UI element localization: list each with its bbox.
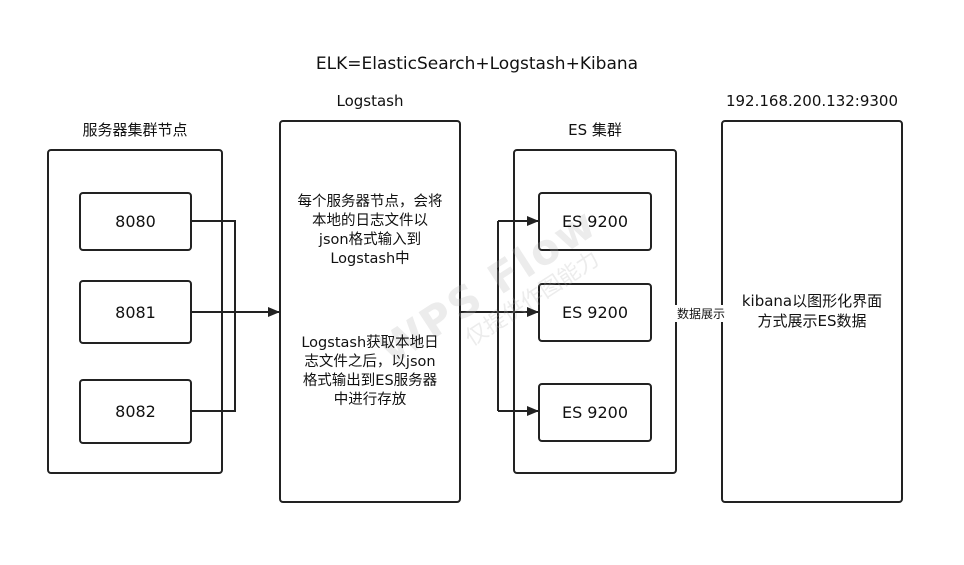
diagram-title: ELK=ElasticSearch+Logstash+Kibana [315, 54, 639, 74]
es-node-1: ES 9200 [539, 193, 651, 250]
kibana-description-line: kibana以图形化界面 [741, 292, 883, 310]
servers-title: 服务器集群节点 [82, 121, 188, 139]
es-cluster-title: ES 集群 [568, 121, 622, 139]
port-label: 8081 [115, 302, 156, 322]
logstash-input-line: Logstash中 [330, 250, 410, 267]
data-display-edge-label: 数据展示 [670, 305, 732, 322]
logstash-output-line: Logstash获取本地日 [301, 335, 439, 351]
port-node-8080: 8080 [80, 193, 191, 250]
kibana-description: kibana以图形化界面 方式展示ES数据 [724, 292, 900, 331]
port-node-8082: 8082 [80, 380, 191, 443]
port-label: 8082 [115, 402, 156, 421]
logstash-input-line: json格式输入到 [318, 231, 422, 248]
logstash-input-line: 每个服务器节点，会将 [297, 194, 443, 210]
logstash-output-line: 格式输出到ES服务器 [302, 372, 438, 389]
logstash-output-line: 志文件之后，以json [304, 353, 436, 370]
port-node-8081: 8081 [80, 281, 191, 343]
es-node-label: ES 9200 [561, 303, 629, 322]
logstash-output-description: Logstash获取本地日 志文件之后，以json 格式输出到ES服务器 中进行… [282, 334, 458, 409]
es-node-2: ES 9200 [539, 284, 651, 341]
connector-logstash-to-es-trunk [460, 221, 499, 411]
logstash-container [279, 120, 461, 503]
kibana-address-title: 192.168.200.132:9300 [725, 92, 899, 110]
es-node-label: ES 9200 [561, 212, 629, 231]
logstash-title: Logstash [336, 92, 404, 110]
logstash-input-line: 本地的日志文件以 [312, 212, 428, 229]
port-label: 8080 [115, 212, 156, 231]
es-node-label: ES 9200 [561, 403, 629, 422]
es-node-3: ES 9200 [539, 384, 651, 441]
kibana-description-line: 方式展示ES数据 [757, 311, 867, 330]
logstash-input-description: 每个服务器节点，会将 本地的日志文件以 json格式输入到 Logstash中 [282, 193, 458, 268]
logstash-output-line: 中进行存放 [333, 391, 407, 408]
